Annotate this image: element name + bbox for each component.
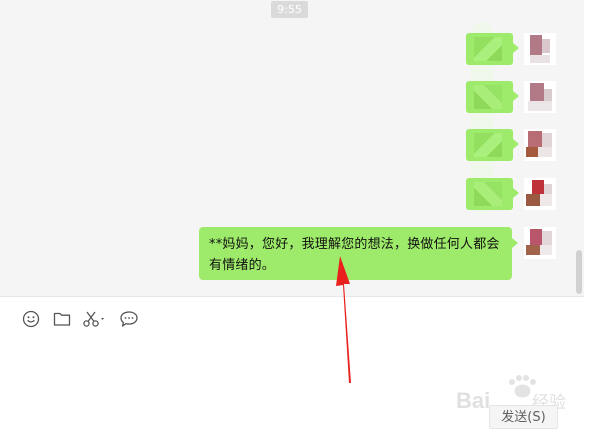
image-message-bubble[interactable] [466,178,513,210]
scissors-icon[interactable] [81,308,109,330]
bubble-tail [513,91,519,101]
bubble-tail [513,43,519,53]
speech-bubble-icon[interactable] [118,308,140,330]
text-message-bubble[interactable]: **妈妈，您好，我理解您的想法，换做任何人都会有情绪的。 [199,227,512,280]
message-text: **妈妈，您好，我理解您的想法，换做任何人都会有情绪的。 [209,237,500,273]
avatar[interactable] [524,81,556,113]
avatar[interactable] [524,33,556,65]
image-message-bubble[interactable] [466,81,513,113]
avatar[interactable] [524,129,556,161]
mosaic-image [474,85,502,109]
svg-text:Bai: Bai [456,388,490,413]
send-button[interactable]: 发送(S) [489,405,558,429]
window-edge [584,0,589,440]
image-message-bubble[interactable] [466,33,513,65]
mosaic-image [474,182,502,206]
panel-divider [0,296,589,297]
avatar[interactable] [524,227,556,259]
mosaic-image [474,133,502,157]
mosaic-image [474,37,502,61]
bubble-tail [513,188,519,198]
composer-toolbar [20,308,160,330]
scrollbar-thumb[interactable] [576,250,582,294]
avatar[interactable] [524,178,556,210]
folder-icon[interactable] [51,308,73,330]
image-message-bubble[interactable] [466,129,513,161]
bubble-tail [512,238,518,248]
chat-history-panel: 9:55 **妈妈，您好，我理解您的想法，换做任何人都会有情绪的。 [0,0,589,296]
bubble-tail [513,139,519,149]
timestamp-badge: 9:55 [271,1,308,18]
smiley-icon[interactable] [20,308,42,330]
